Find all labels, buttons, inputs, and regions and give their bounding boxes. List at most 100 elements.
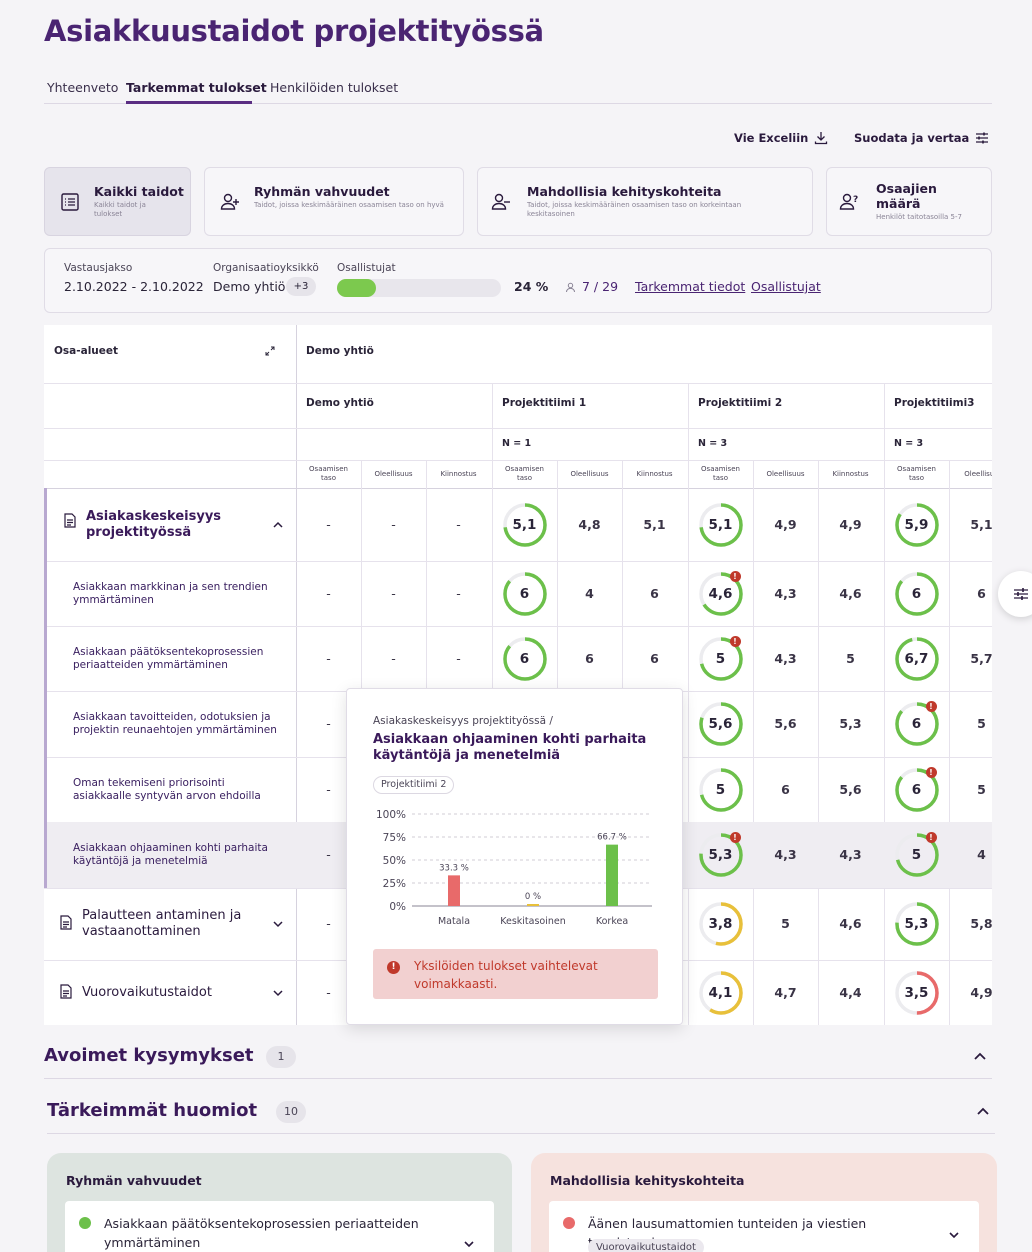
row-divider xyxy=(44,561,992,562)
score-cell: - xyxy=(326,650,331,666)
expand-icon[interactable] xyxy=(265,346,275,356)
variance-warning: ! Yksilöiden tulokset vaihtelevat voimak… xyxy=(373,949,658,999)
score-cell: 5,1 xyxy=(970,516,992,532)
chevron-down-icon[interactable] xyxy=(947,1228,961,1242)
score-cell: 6 xyxy=(781,781,790,797)
skill-row-label[interactable]: Asiakkaan markkinan ja sen trendien ymmä… xyxy=(73,581,283,607)
development-item[interactable]: Äänen lausumattomien tunteiden ja viesti… xyxy=(549,1201,979,1252)
chevron-up-icon[interactable] xyxy=(972,1049,988,1065)
header-divider xyxy=(44,460,992,461)
score-cell: 6 xyxy=(585,650,594,666)
score-ring[interactable]: 6,7 xyxy=(894,636,940,682)
x-category-label: Keskitasoinen xyxy=(500,916,566,927)
score-ring[interactable]: 5,3! xyxy=(698,832,744,878)
tab-person-results[interactable]: Henkilöiden tulokset xyxy=(270,80,398,95)
filter-label: Suodata ja vertaa xyxy=(854,131,970,145)
chevron-up-icon[interactable] xyxy=(975,1104,991,1120)
score-ring[interactable]: 5,3 xyxy=(894,901,940,947)
details-link[interactable]: Tarkemmat tiedot xyxy=(635,279,745,294)
distribution-bar-chart: 100% 75% 50% 25% 0% 33.3 % Matala 0 % Keskitasoi… xyxy=(376,809,652,927)
score-ring[interactable]: 5! xyxy=(894,832,940,878)
bar-value-label: 66.7 % xyxy=(597,833,627,843)
score-cell: 4,8 xyxy=(578,516,601,532)
subheader-label: Osaamisen taso xyxy=(897,465,936,482)
score-cell: 5 xyxy=(977,716,986,731)
group-header: Projektitiimi 2 xyxy=(698,397,783,409)
filter-card-all-skills[interactable]: Kaikki taidot Kaikki taidot ja tulokset xyxy=(44,167,191,236)
chevron-down-icon[interactable] xyxy=(272,918,284,930)
score-cell: 4,3 xyxy=(839,847,862,862)
skill-row-label[interactable]: Oman tekemiseni priorisointi asiakkaalle… xyxy=(73,777,283,803)
score-ring[interactable]: 6 xyxy=(502,636,548,682)
skill-group-label[interactable]: Asiakaskeskeisyys projektityössä xyxy=(86,509,261,541)
subheader-label: Oleellisuus xyxy=(374,470,413,478)
download-icon xyxy=(814,132,828,145)
score-ring[interactable]: 6! xyxy=(894,701,940,747)
score-cell: 4,9 xyxy=(839,516,862,532)
skill-group-label[interactable]: Vuorovaikutustaidot xyxy=(82,985,257,1001)
development-card-title: Mahdollisia kehityskohteita xyxy=(550,1173,745,1188)
subheader-label: Oleellisuus xyxy=(766,470,805,478)
score-cell: - xyxy=(391,585,396,601)
score-cell: 4 xyxy=(585,585,594,601)
score-ring[interactable]: 6 xyxy=(502,571,548,617)
org-extra-badge[interactable]: +3 xyxy=(286,277,316,296)
score-ring[interactable]: 3,8 xyxy=(698,901,744,947)
score-value: 6 xyxy=(519,650,530,667)
filter-card-subtitle: Kaikki taidot ja tulokset xyxy=(94,201,146,218)
score-ring[interactable]: 4,6! xyxy=(698,570,744,617)
filter-card-group-strengths[interactable]: Ryhmän vahvuudet Taidot, joissa keskimää… xyxy=(204,167,464,236)
score-cell: - xyxy=(456,516,461,532)
skill-row-label[interactable]: Asiakkaan tavoitteiden, odotuksien ja pr… xyxy=(73,711,283,737)
skill-row-label[interactable]: Asiakkaan päätöksentekoprosessien periaa… xyxy=(73,646,283,672)
sliders-icon xyxy=(976,132,988,144)
filter-card-experts-count[interactable]: ? Osaajien määrä Henkilöt taitotasoilla … xyxy=(826,167,992,236)
score-ring[interactable]: 5,1 xyxy=(502,502,548,548)
group-n-count: N = 1 xyxy=(502,438,532,449)
subheader-label: Oleellisuus xyxy=(570,470,609,478)
score-ring[interactable]: 6! xyxy=(894,766,940,813)
strength-item[interactable]: Asiakkaan päätöksentekoprosessien periaa… xyxy=(65,1201,494,1252)
org-value: Demo yhtiö xyxy=(213,279,286,294)
score-ring[interactable]: 6 xyxy=(894,571,940,617)
score-cell: 5 xyxy=(846,650,855,666)
subheader-label: Kiinnostus xyxy=(440,470,477,478)
y-tick-label: 25% xyxy=(383,878,406,890)
strength-item-label: Asiakkaan päätöksentekoprosessien periaa… xyxy=(104,1216,419,1250)
export-excel-button[interactable]: Vie Exceliin xyxy=(734,131,828,145)
column-divider xyxy=(688,460,689,1025)
score-ring[interactable]: 5,1 xyxy=(698,502,744,548)
filter-card-development-areas[interactable]: Mahdollisia kehityskohteita Taidot, jois… xyxy=(477,167,813,236)
skill-group-label[interactable]: Palautteen antaminen ja vastaanottaminen xyxy=(82,908,257,940)
bar-value-label: 33.3 % xyxy=(439,863,469,873)
tab-summary[interactable]: Yhteenveto xyxy=(47,80,118,95)
svg-text:?: ? xyxy=(853,195,858,205)
chevron-down-icon[interactable] xyxy=(462,1237,476,1251)
chart-bar xyxy=(606,844,618,906)
row-divider xyxy=(44,626,992,627)
score-ring[interactable]: 5,6 xyxy=(698,701,744,747)
side-settings-button[interactable] xyxy=(998,571,1032,617)
subheader-label: Oleellisuu xyxy=(964,470,992,478)
score-cell: - xyxy=(456,585,461,601)
participants-link[interactable]: Osallistujat xyxy=(751,279,821,294)
document-icon xyxy=(60,915,72,930)
chevron-up-icon[interactable] xyxy=(272,519,284,531)
score-ring[interactable]: 3,5 xyxy=(894,970,940,1016)
bar-value-label: 0 % xyxy=(525,892,541,902)
score-ring[interactable]: 4,1 xyxy=(698,970,744,1016)
tab-detailed-results[interactable]: Tarkemmat tulokset xyxy=(126,80,267,95)
score-ring[interactable]: 5,9 xyxy=(894,502,940,548)
score-value: 6 xyxy=(519,585,530,602)
status-dot xyxy=(79,1217,91,1229)
skill-row-label[interactable]: Asiakkaan ohjaaminen kohti parhaita käyt… xyxy=(73,842,283,868)
chevron-down-icon[interactable] xyxy=(272,987,284,999)
score-ring[interactable]: 5 xyxy=(698,767,744,813)
filter-compare-button[interactable]: Suodata ja vertaa xyxy=(854,131,988,145)
header-divider xyxy=(44,428,992,429)
section-divider xyxy=(47,1133,995,1134)
list-icon xyxy=(61,193,79,211)
chart-bar xyxy=(527,904,539,906)
score-cell: - xyxy=(326,516,331,532)
score-ring[interactable]: 5! xyxy=(698,635,744,682)
